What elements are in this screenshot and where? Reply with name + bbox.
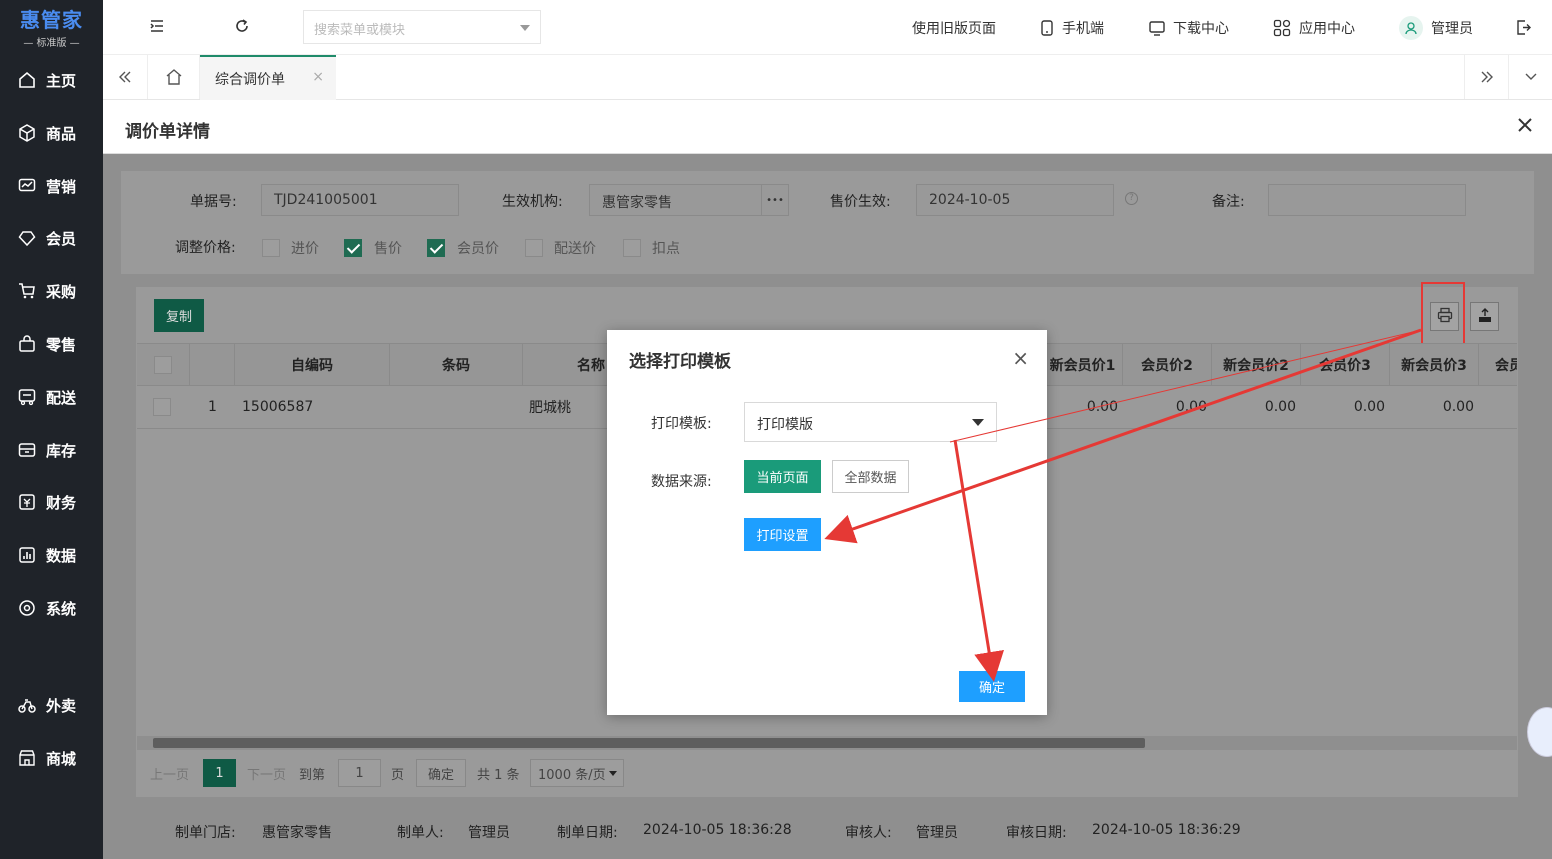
annotation-arrow-print-settings [824, 328, 1422, 544]
annotation-arrow-confirm [953, 439, 1004, 682]
annotation-line [949, 329, 1422, 443]
annotation-arrows [824, 328, 1422, 682]
